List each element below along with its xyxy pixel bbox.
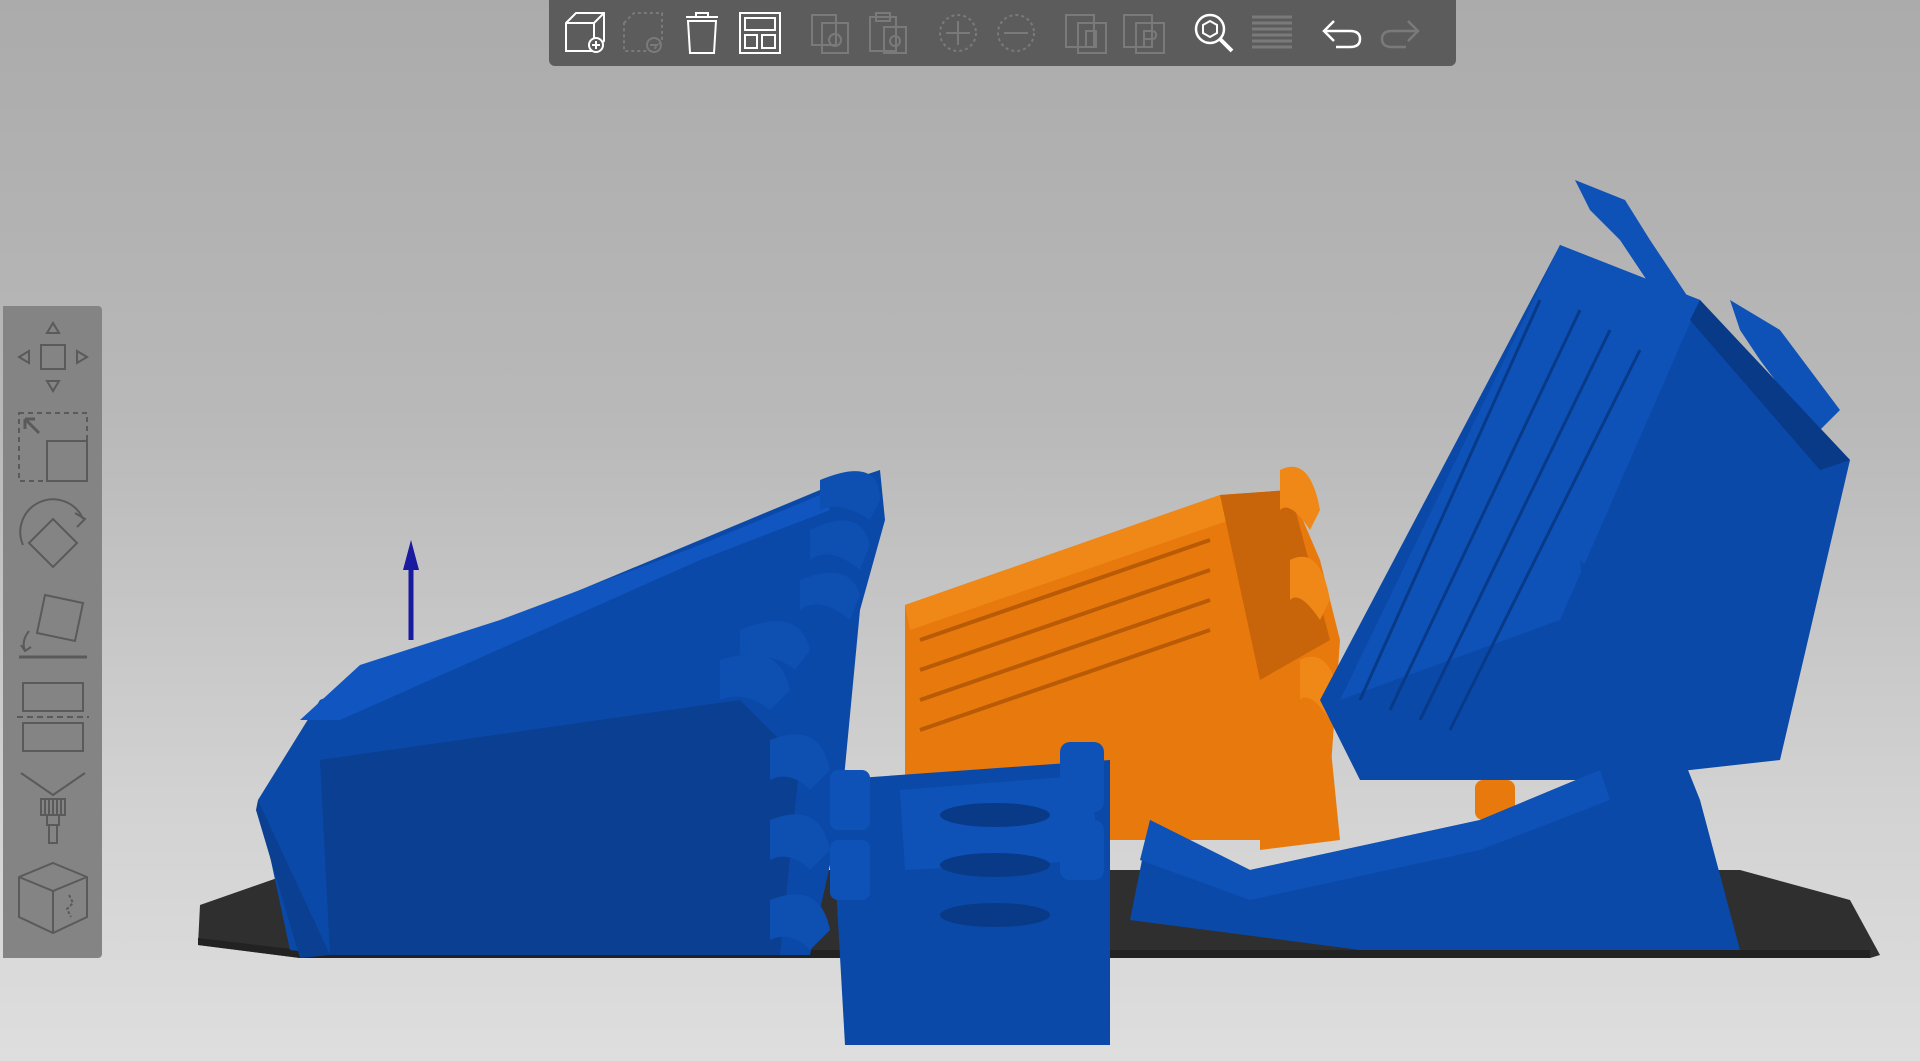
remove-instance-button[interactable] (987, 4, 1045, 62)
minus-circle-icon (997, 14, 1035, 52)
undo-icon (1322, 20, 1362, 49)
split-objects-icon (1065, 14, 1107, 54)
search-button[interactable] (1185, 4, 1243, 62)
paste-button[interactable] (859, 4, 917, 62)
scene[interactable] (0, 0, 1920, 1061)
place-on-face-icon (18, 593, 87, 659)
arrange-icon (739, 12, 781, 54)
rotate-icon (18, 498, 87, 569)
rotate-tool[interactable] (8, 492, 98, 582)
model-center-blue[interactable] (830, 742, 1110, 1045)
copy-icon (811, 14, 849, 54)
cut-icon (16, 682, 89, 752)
top-toolbar (549, 0, 1456, 66)
place-on-face-tool[interactable] (8, 582, 98, 672)
split-parts-icon (1123, 14, 1165, 54)
seam-tool[interactable] (8, 852, 98, 942)
search-icon (1194, 13, 1234, 53)
arrange-button[interactable] (731, 4, 789, 62)
move-icon (16, 321, 89, 393)
paste-icon (869, 12, 907, 54)
layers-button[interactable] (1243, 4, 1301, 62)
z-axis-arrow[interactable] (403, 540, 419, 640)
redo-icon (1380, 20, 1420, 49)
delete-button[interactable] (615, 4, 673, 62)
3d-viewport[interactable] (0, 0, 1920, 1061)
split-parts-button[interactable] (1115, 4, 1173, 62)
move-tool[interactable] (8, 312, 98, 402)
left-toolbar (3, 306, 102, 958)
add-cube-icon (565, 12, 605, 53)
redo-button[interactable] (1371, 4, 1429, 62)
add-instance-button[interactable] (929, 4, 987, 62)
plus-circle-icon (939, 14, 977, 52)
add-button[interactable] (557, 4, 615, 62)
scale-tool[interactable] (8, 402, 98, 492)
trash-icon (686, 12, 718, 54)
cube-seam-icon (17, 861, 88, 935)
layers-icon (1252, 15, 1292, 49)
delete-all-button[interactable] (673, 4, 731, 62)
scale-icon (17, 412, 88, 482)
paint-tool[interactable] (8, 762, 98, 852)
cut-tool[interactable] (8, 672, 98, 762)
copy-button[interactable] (801, 4, 859, 62)
split-objects-button[interactable] (1057, 4, 1115, 62)
model-left-blue[interactable] (256, 470, 885, 958)
delete-selected-icon (623, 12, 663, 53)
undo-button[interactable] (1313, 4, 1371, 62)
paint-brush-icon (19, 772, 86, 844)
